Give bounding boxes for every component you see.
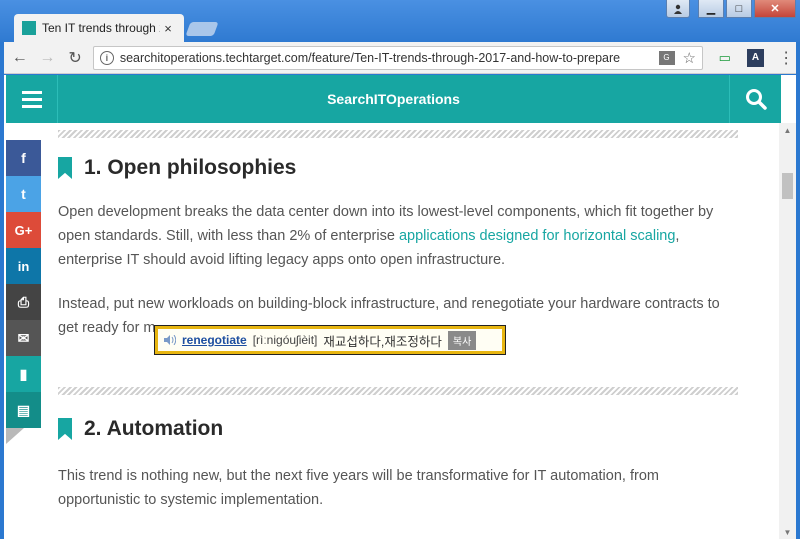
share-bar: f t G+ in ⎙ ✉ ▮ ▤: [6, 140, 41, 444]
copy-button[interactable]: 복사: [447, 330, 477, 350]
section-heading: 1. Open philosophies: [58, 156, 738, 180]
document-icon[interactable]: ▤: [6, 392, 41, 428]
scroll-thumb[interactable]: [782, 173, 793, 199]
bookmark-star-icon[interactable]: ☆: [683, 49, 696, 67]
site-info-icon[interactable]: i: [99, 50, 114, 65]
section-divider: [58, 130, 738, 138]
heading-text: 1. Open philosophies: [84, 156, 297, 179]
search-icon[interactable]: [729, 75, 781, 123]
url-text[interactable]: searchitoperations.techtarget.com/featur…: [120, 51, 655, 65]
profile-icon[interactable]: [666, 0, 690, 18]
scrollbar[interactable]: ▲ ▼: [779, 123, 796, 539]
bookmark-icon[interactable]: ▮: [6, 356, 41, 392]
back-icon[interactable]: ←: [8, 46, 32, 70]
translate-icon[interactable]: G: [658, 50, 675, 65]
favicon-icon: [22, 21, 36, 35]
dictionary-popup: renegotiate [rìːnigóuʃièit] 재교섭하다,재조정하다 …: [155, 326, 505, 354]
tab-close-icon[interactable]: ×: [160, 21, 176, 36]
twitter-share-icon[interactable]: t: [6, 176, 41, 212]
email-icon[interactable]: ✉: [6, 320, 41, 356]
address-bar[interactable]: i searchitoperations.techtarget.com/feat…: [92, 45, 703, 70]
new-tab-button[interactable]: [185, 22, 219, 36]
maximize-button[interactable]: □: [726, 0, 752, 18]
dictionary-extension-icon[interactable]: A: [746, 48, 765, 67]
tab-title: Ten IT trends through 2: [42, 21, 160, 35]
paragraph: Open development breaks the data center …: [58, 200, 738, 272]
horizontal-scaling-link[interactable]: applications designed for horizontal sca…: [399, 228, 675, 244]
hamburger-menu-icon[interactable]: [6, 75, 58, 123]
print-icon[interactable]: ⎙: [6, 284, 41, 320]
paragraph: This trend is nothing new, but the next …: [58, 464, 738, 512]
section-divider: [58, 387, 738, 395]
article-body: 1. Open philosophies Open development br…: [58, 123, 738, 512]
paragraph-text: This trend is nothing new, but the next …: [58, 468, 659, 508]
dictionary-word[interactable]: renegotiate: [182, 333, 247, 347]
browser-window: Ten IT trends through 2 × ▁ □ ✕ ← → ↻ i …: [0, 0, 800, 539]
heading-text: 2. Automation: [84, 417, 224, 440]
browser-tab[interactable]: Ten IT trends through 2 ×: [14, 14, 184, 42]
browser-toolbar: ← → ↻ i searchitoperations.techtarget.co…: [4, 42, 796, 74]
share-bar-tail: [6, 428, 24, 444]
site-header: SearchITOperations: [6, 75, 781, 123]
site-title[interactable]: SearchITOperations: [58, 75, 729, 123]
forward-icon[interactable]: →: [36, 46, 60, 70]
reload-icon[interactable]: ↻: [63, 46, 87, 70]
linkedin-share-icon[interactable]: in: [6, 248, 41, 284]
browser-menu-icon[interactable]: ⋮: [776, 48, 796, 68]
word-meaning: 재교섭하다,재조정하다: [323, 334, 442, 349]
window-controls: ▁ □ ✕: [666, 0, 796, 18]
heading-bookmark-icon: [58, 418, 72, 440]
speaker-icon[interactable]: [164, 335, 176, 345]
close-window-button[interactable]: ✕: [754, 0, 796, 18]
google-plus-share-icon[interactable]: G+: [6, 212, 41, 248]
extension-green-icon[interactable]: ▭: [715, 48, 735, 68]
scroll-up-icon[interactable]: ▲: [779, 123, 796, 137]
facebook-share-icon[interactable]: f: [6, 140, 41, 176]
section-heading: 2. Automation: [58, 417, 738, 441]
scroll-down-icon[interactable]: ▼: [779, 525, 796, 539]
minimize-button[interactable]: ▁: [698, 0, 724, 18]
title-bar: Ten IT trends through 2 × ▁ □ ✕: [0, 0, 800, 42]
heading-bookmark-icon: [58, 157, 72, 179]
page-viewport: SearchITOperations f t G+ in ⎙ ✉ ▮ ▤ 1. …: [4, 75, 796, 539]
pronunciation: [rìːnigóuʃièit]: [252, 333, 318, 347]
